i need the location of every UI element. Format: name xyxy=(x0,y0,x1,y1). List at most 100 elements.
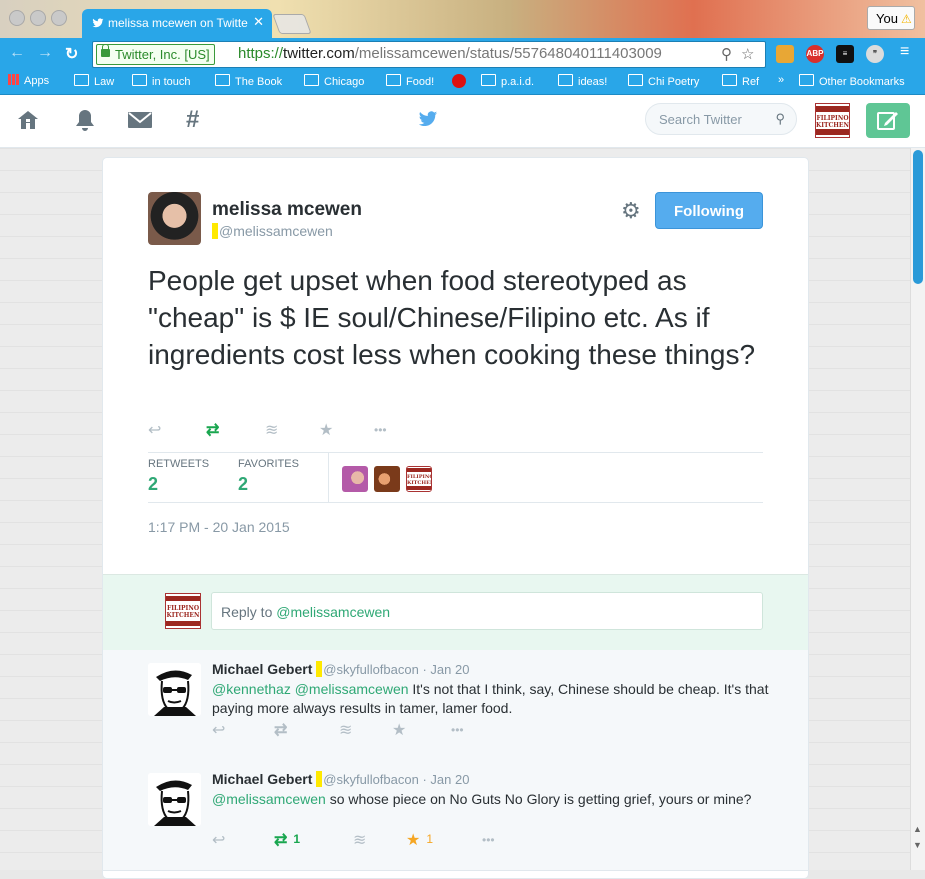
search-box[interactable]: Search Twitter ⚲ xyxy=(645,103,797,135)
scroll-up-arrow-icon[interactable]: ▲ xyxy=(913,824,922,834)
favorite-star-icon[interactable]: ★ 1 xyxy=(406,830,433,850)
browser-tab[interactable]: melissa mcewen on Twitte ✕ xyxy=(82,9,272,38)
minimize-window-button[interactable] xyxy=(30,10,46,26)
bookmark-label: The Book xyxy=(235,76,283,88)
scroll-down-arrow-icon[interactable]: ▼ xyxy=(913,840,922,850)
profile-button[interactable]: You ⚠ xyxy=(867,6,915,30)
bookmark-ideas[interactable]: ideas! xyxy=(558,74,607,88)
bookmark-apps[interactable]: Apps xyxy=(8,74,49,87)
forward-icon[interactable]: → xyxy=(37,44,53,62)
retweets-count[interactable]: 2 xyxy=(148,474,158,495)
reply-author[interactable]: Michael Gebert @skyfullofbacon · Jan 20 xyxy=(212,661,469,677)
retweeter-avatar[interactable]: FILIPINO KITCHEN xyxy=(406,466,432,492)
menu-icon[interactable]: ≡ xyxy=(900,43,909,61)
new-tab-button[interactable] xyxy=(272,14,312,34)
discover-hashtag-icon[interactable]: # xyxy=(186,106,199,134)
close-window-button[interactable] xyxy=(9,10,25,26)
buffer-layers-icon[interactable]: ≋ xyxy=(353,830,366,850)
extension-icon[interactable] xyxy=(776,45,794,63)
favorites-count[interactable]: 2 xyxy=(238,474,248,495)
bookmark-in-touch[interactable]: in touch xyxy=(132,74,191,88)
buffer-layers-icon[interactable]: ≋ xyxy=(265,420,278,440)
gear-icon[interactable]: ⚙ xyxy=(621,198,641,224)
favorite-star-icon[interactable]: ★ xyxy=(319,420,333,440)
reply-author[interactable]: Michael Gebert @skyfullofbacon · Jan 20 xyxy=(212,771,469,787)
retweets-label: RETWEETS xyxy=(148,458,210,470)
favorite-star-icon[interactable]: ★ xyxy=(392,720,412,740)
reload-icon[interactable]: ↻ xyxy=(65,44,78,64)
secure-site-badge[interactable]: Twitter, Inc. [US] xyxy=(96,44,215,65)
tweet-timestamp[interactable]: 1:17 PM - 20 Jan 2015 xyxy=(148,519,290,535)
cartoon-face-avatar xyxy=(148,663,201,716)
zoom-icon[interactable]: ⚲ xyxy=(721,45,732,63)
buffer-layers-icon[interactable]: ≋ xyxy=(339,720,352,740)
bookmark-chi-poetry[interactable]: Chi Poetry xyxy=(628,74,699,88)
reply-icon[interactable]: ↩ xyxy=(212,720,225,740)
search-icon[interactable]: ⚲ xyxy=(775,111,785,127)
reply-author-avatar[interactable] xyxy=(148,663,201,716)
bookmark-the-book[interactable]: The Book xyxy=(215,74,282,88)
scrollbar[interactable]: ▲ ▼ xyxy=(910,148,925,870)
mention-link[interactable]: @melissamcewen xyxy=(212,791,326,807)
mention-link[interactable]: @melissamcewen xyxy=(291,681,409,697)
reply-author-avatar[interactable] xyxy=(148,773,201,826)
bookmark-paid[interactable]: p.a.i.d. xyxy=(481,74,534,88)
reply-icon[interactable]: ↩ xyxy=(212,830,225,850)
notifications-bell-icon[interactable] xyxy=(75,109,95,131)
favorite-count: 1 xyxy=(426,832,434,846)
reply-text: @melissamcewen so whose piece on No Guts… xyxy=(212,790,772,809)
secure-label: Twitter, Inc. [US] xyxy=(115,47,210,62)
folder-icon xyxy=(558,74,573,86)
messages-envelope-icon[interactable] xyxy=(128,112,152,128)
account-avatar[interactable]: FILIPINO KITCHEN xyxy=(815,103,850,138)
reply-icon[interactable]: ↩ xyxy=(148,420,161,440)
bookmark-star-icon[interactable]: ☆ xyxy=(741,45,754,63)
retweet-icon[interactable]: ⇄ xyxy=(206,420,219,440)
reply-prefix: Reply to xyxy=(221,604,277,620)
avatar-band xyxy=(816,129,849,135)
reply-meta: @skyfullofbacon · Jan 20 xyxy=(316,771,469,787)
retweeter-avatar[interactable] xyxy=(374,466,400,492)
bookmarks-overflow[interactable]: » xyxy=(778,74,784,86)
bookmark-chicago[interactable]: Chicago xyxy=(304,74,364,88)
mention-link[interactable]: @kennethaz xyxy=(212,681,291,697)
reply-tweet[interactable]: Michael Gebert @skyfullofbacon · Jan 20 … xyxy=(103,760,808,871)
retweeter-avatar[interactable] xyxy=(342,466,368,492)
author-name[interactable]: melissa mcewen xyxy=(212,199,362,221)
scrollbar-thumb[interactable] xyxy=(913,150,923,284)
buffer-icon[interactable]: ≡ xyxy=(836,45,854,63)
folder-icon xyxy=(722,74,737,86)
author-handle[interactable]: @melissamcewen xyxy=(212,223,333,239)
maximize-window-button[interactable] xyxy=(51,10,67,26)
retweet-icon[interactable]: ⇄ xyxy=(274,720,293,740)
bookmark-law[interactable]: Law xyxy=(74,74,114,88)
bookmark-red-dot[interactable] xyxy=(452,74,466,88)
apps-grid-icon xyxy=(8,74,19,85)
reply-input[interactable]: Reply to @melissamcewen xyxy=(211,592,763,630)
following-button[interactable]: Following xyxy=(655,192,763,229)
bookmark-food[interactable]: Food! xyxy=(386,74,434,88)
home-icon[interactable] xyxy=(17,110,39,130)
author-avatar[interactable] xyxy=(148,192,201,245)
bookmark-label: Ref xyxy=(742,76,760,88)
more-icon[interactable]: ••• xyxy=(482,833,495,847)
search-input[interactable]: Search Twitter xyxy=(659,112,742,127)
reply-tweet[interactable]: Michael Gebert @skyfullofbacon · Jan 20 … xyxy=(103,650,808,761)
url-path: /melissamcewen/status/557648040111403009 xyxy=(354,45,662,62)
back-icon[interactable]: ← xyxy=(9,44,25,62)
close-tab-icon[interactable]: ✕ xyxy=(253,14,264,30)
speech-icon[interactable]: ❞ xyxy=(866,45,884,63)
adblock-icon[interactable]: ABP xyxy=(806,45,824,63)
bookmark-other[interactable]: Other Bookmarks xyxy=(799,74,905,88)
folder-icon xyxy=(386,74,401,86)
address-bar[interactable]: Twitter, Inc. [US] https://twitter.com/m… xyxy=(92,41,766,68)
twitter-bird-icon xyxy=(92,18,104,28)
more-icon[interactable]: ••• xyxy=(374,423,387,437)
bookmark-ref[interactable]: Ref xyxy=(722,74,759,88)
bookmark-label: Other Bookmarks xyxy=(819,76,905,88)
retweet-icon[interactable]: ⇄ 1 xyxy=(274,830,300,850)
more-icon[interactable]: ••• xyxy=(451,723,464,737)
compose-tweet-button[interactable] xyxy=(866,103,910,138)
url-scheme: https:// xyxy=(238,45,284,62)
twitter-logo-icon[interactable] xyxy=(416,109,440,129)
